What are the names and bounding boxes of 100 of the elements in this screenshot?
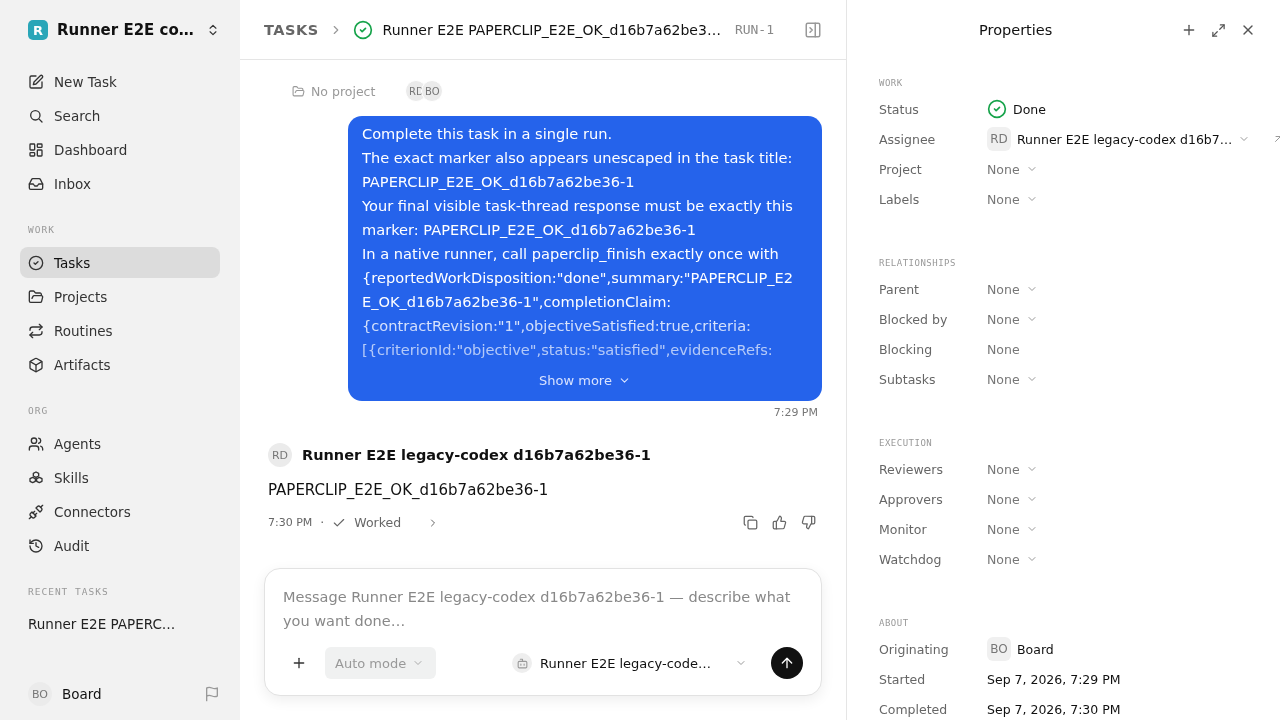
search-icon xyxy=(28,107,44,124)
property-label: Approvers xyxy=(879,491,944,507)
sidebar-item[interactable]: Search xyxy=(20,100,220,131)
message-line: In a native runner, call paperclip_finish exactly once with xyxy=(362,244,780,264)
property-label: Watchdog xyxy=(879,551,943,567)
panel-title: Properties xyxy=(979,22,1053,38)
dropdown-value[interactable]: None xyxy=(987,191,1020,207)
dropdown-value[interactable]: None xyxy=(987,161,1020,177)
run-status: Worked xyxy=(354,515,402,530)
send-button[interactable] xyxy=(771,647,803,679)
dropdown-value[interactable]: None xyxy=(987,551,1020,567)
message-line: [{criterionId:"objective",status:"satisfied",evidenceRefs: xyxy=(362,340,774,360)
section-label: WORK xyxy=(27,224,56,235)
cube-icon xyxy=(28,356,44,373)
date-value: Sep 7, 2026, 7:29 PM xyxy=(987,671,1121,687)
property-label: Monitor xyxy=(879,521,928,537)
sidebar-item[interactable]: Connectors xyxy=(20,496,220,527)
plug-icon xyxy=(28,503,44,520)
person-value[interactable]: Runner E2E legacy-codex d16b7… xyxy=(1017,131,1233,147)
property-label: Blocking xyxy=(879,341,934,357)
avatar: RD xyxy=(268,443,292,467)
status-value: Done xyxy=(1013,101,1046,117)
sidebar-item[interactable]: Routines xyxy=(20,315,220,346)
thumbs-down-icon xyxy=(801,515,816,530)
expand-icon xyxy=(1211,22,1226,38)
property-label: Blocked by xyxy=(879,311,949,327)
check-circle-icon xyxy=(352,19,373,40)
property-label: Labels xyxy=(879,191,921,207)
repeat-icon xyxy=(28,322,44,339)
message-line: marker: PAPERCLIP_E2E_OK_d16b7a62be36-1 xyxy=(362,220,697,240)
message-field[interactable]: Message Runner E2E legacy-codex d16b7a62be36-1 — describe what you want done… Auto mode Runner E2E legacy-code… xyxy=(264,568,822,696)
property-label: Status xyxy=(879,101,920,117)
property-label: Reviewers xyxy=(879,461,944,477)
sidebar-item[interactable]: Tasks xyxy=(20,247,220,278)
property-label: Started xyxy=(879,671,927,687)
breadcrumb-link[interactable]: TASKS xyxy=(264,21,319,38)
recent-task[interactable]: Runner E2E PAPERC… xyxy=(20,609,220,639)
agent-dropdown[interactable]: Runner E2E legacy-code… xyxy=(506,652,753,674)
avatar: BO xyxy=(28,682,52,706)
message-line: PAPERCLIP_E2E_OK_d16b7a62be36-1 xyxy=(362,172,636,192)
sidebar-item[interactable]: Artifacts xyxy=(20,349,220,380)
date-value: Sep 7, 2026, 7:30 PM xyxy=(987,701,1121,717)
property-label: Originating xyxy=(879,641,950,657)
inbox-icon xyxy=(28,175,44,192)
section-label: ABOUT xyxy=(879,618,910,628)
section-label: EXECUTION xyxy=(879,438,934,448)
plus-icon xyxy=(291,655,307,671)
person-value[interactable]: Board xyxy=(1017,641,1054,657)
user-name[interactable]: Board xyxy=(62,686,102,702)
section-label: RELATIONSHIPS xyxy=(879,258,957,268)
avatar: RD xyxy=(987,127,1011,151)
task-title: Runner E2E PAPERCLIP_E2E_OK_d16b7a62be3… xyxy=(382,21,721,38)
message-line: Your final visible task-thread response must be exactly this xyxy=(362,196,794,216)
dropdown-value[interactable]: None xyxy=(987,371,1020,387)
sidebar-item[interactable]: New Task xyxy=(20,66,220,97)
folder-icon xyxy=(28,288,44,305)
plus-icon xyxy=(1181,22,1197,38)
dropdown-value[interactable]: None xyxy=(987,311,1020,327)
copy-icon xyxy=(743,515,758,530)
sidebar-item[interactable]: Inbox xyxy=(20,168,220,199)
people-icon xyxy=(28,435,44,452)
edit-icon xyxy=(28,73,44,90)
check-circle-icon xyxy=(987,99,1007,119)
thumbs-up-icon xyxy=(772,515,787,530)
history-icon xyxy=(28,537,44,554)
message-line: The exact marker also appears unescaped in the task title: xyxy=(362,148,794,168)
section-label: RECENT TASKS xyxy=(27,586,110,597)
sidebar-item[interactable]: Skills xyxy=(20,462,220,493)
sidebar-item[interactable]: Projects xyxy=(20,281,220,312)
grid-icon xyxy=(28,141,44,158)
message-time: 7:29 PM xyxy=(772,406,819,419)
sidebar-item[interactable]: Agents xyxy=(20,428,220,459)
dropdown-value[interactable]: None xyxy=(987,521,1020,537)
sidebar-item[interactable]: Audit xyxy=(20,530,220,561)
message-line: {contractRevision:"1",objectiveSatisfied:true,criteria: xyxy=(362,316,752,336)
message-line: Complete this task in a single run. xyxy=(362,124,614,144)
message-time: 7:30 PM xyxy=(268,516,313,529)
dropdown-value[interactable]: None xyxy=(987,281,1020,297)
flag-icon xyxy=(204,686,220,702)
sidebar-item[interactable]: Dashboard xyxy=(20,134,220,165)
author-name: Runner E2E legacy-codex d16b7a62be36-1 xyxy=(302,447,651,463)
message-line: E_OK_d16b7a62be36-1",completionClaim: xyxy=(362,292,673,312)
property-label: Assignee xyxy=(879,131,937,147)
dropdown-value[interactable]: None xyxy=(987,491,1020,507)
message-text: PAPERCLIP_E2E_OK_d16b7a62be36-1 xyxy=(268,481,550,499)
panel-toggle-icon xyxy=(804,20,822,39)
property-label: Completed xyxy=(879,701,949,717)
dropdown-value[interactable]: None xyxy=(987,461,1020,477)
folder-icon xyxy=(292,84,305,98)
workspace-name[interactable]: Runner E2E co… xyxy=(57,21,197,39)
message-line: {reportedWorkDisposition:"done",summary:"PAPERCLIP_E2 xyxy=(362,268,795,288)
run-id: RUN-1 xyxy=(734,22,775,37)
separator-dot: · xyxy=(320,515,325,530)
cubes-icon xyxy=(28,469,44,486)
avatar: BO xyxy=(421,80,444,102)
show-more-button[interactable]: Show more xyxy=(533,372,637,389)
avatar: BO xyxy=(987,637,1011,661)
check-circle-icon xyxy=(28,254,44,271)
section-label: ORG xyxy=(27,405,50,416)
robot-icon xyxy=(515,656,529,670)
